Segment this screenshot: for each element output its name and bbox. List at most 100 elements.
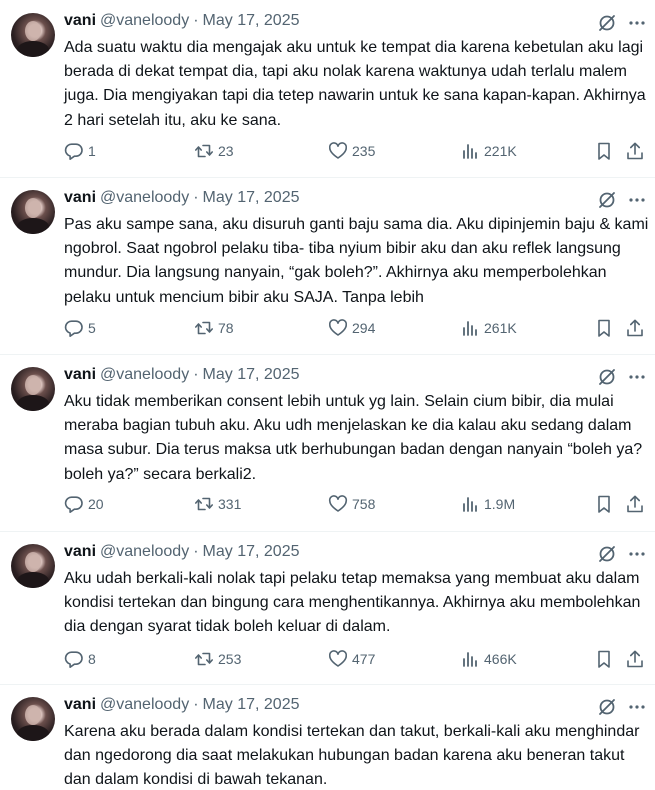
- reply-count: 1: [88, 143, 96, 159]
- tweet-thread: vani @vaneloody · May 17, 2025 Ada suatu…: [0, 0, 655, 790]
- views-button[interactable]: 261K: [460, 316, 517, 340]
- tweet[interactable]: vani @vaneloody · May 17, 2025 Aku tidak…: [0, 354, 655, 531]
- tweet[interactable]: vani @vaneloody · May 17, 2025 Pas aku s…: [0, 177, 655, 354]
- tweet-text: Karena aku berada dalam kondisi tertekan…: [64, 723, 644, 789]
- avatar[interactable]: [11, 13, 55, 57]
- timestamp[interactable]: May 17, 2025: [203, 543, 300, 561]
- repost-button[interactable]: 331: [194, 492, 241, 516]
- repost-count: 253: [218, 651, 242, 667]
- user-handle[interactable]: @vaneloody: [100, 366, 189, 384]
- timestamp[interactable]: May 17, 2025: [203, 189, 300, 207]
- avatar[interactable]: [11, 544, 55, 588]
- timestamp[interactable]: May 17, 2025: [203, 366, 300, 384]
- avatar[interactable]: [11, 697, 55, 741]
- separator: ·: [193, 696, 199, 713]
- display-name[interactable]: vani: [64, 12, 96, 30]
- tweet-text: Aku tidak memberikan consent lebih untuk…: [64, 393, 647, 483]
- bookmark-icon: [598, 495, 610, 513]
- display-name[interactable]: vani: [64, 366, 96, 384]
- tweet[interactable]: vani @vaneloody · May 17, 2025 Aku udah …: [0, 531, 655, 684]
- separator: ·: [193, 366, 199, 383]
- grok-icon[interactable]: [597, 544, 617, 564]
- repost-button[interactable]: 253: [194, 647, 241, 671]
- display-name[interactable]: vani: [64, 189, 96, 207]
- reply-button[interactable]: 5: [64, 316, 96, 340]
- grok-icon[interactable]: [597, 367, 617, 387]
- user-handle[interactable]: @vaneloody: [100, 189, 189, 207]
- more-icon[interactable]: [627, 367, 647, 387]
- tweet-header: vani @vaneloody · May 17, 2025: [64, 11, 299, 31]
- bookmark-button[interactable]: [594, 139, 614, 163]
- repost-icon: [195, 321, 213, 335]
- share-button[interactable]: [625, 492, 645, 516]
- more-icon[interactable]: [627, 697, 647, 717]
- like-count: 477: [352, 651, 376, 667]
- more-icon[interactable]: [627, 544, 647, 564]
- views-icon: [463, 652, 477, 667]
- reply-icon: [64, 320, 83, 337]
- user-handle[interactable]: @vaneloody: [100, 543, 189, 561]
- like-count: 235: [352, 143, 376, 159]
- bookmark-button[interactable]: [594, 316, 614, 340]
- like-icon: [328, 319, 348, 336]
- views-button[interactable]: 1.9M: [460, 492, 515, 516]
- more-icon[interactable]: [627, 190, 647, 210]
- reply-icon: [64, 651, 83, 668]
- repost-count: 331: [218, 496, 242, 512]
- repost-count: 23: [218, 143, 234, 159]
- bookmark-icon: [598, 319, 610, 337]
- reply-icon: [64, 496, 83, 513]
- views-button[interactable]: 466K: [460, 647, 517, 671]
- repost-button[interactable]: 23: [194, 139, 234, 163]
- views-icon: [463, 144, 477, 159]
- tweet-header: vani @vaneloody · May 17, 2025: [64, 542, 299, 562]
- share-button[interactable]: [625, 139, 645, 163]
- bookmark-button[interactable]: [594, 492, 614, 516]
- repost-button[interactable]: 78: [194, 316, 234, 340]
- share-icon: [627, 495, 643, 513]
- views-icon: [463, 321, 477, 336]
- grok-icon[interactable]: [597, 697, 617, 717]
- like-button[interactable]: 294: [328, 316, 375, 340]
- timestamp[interactable]: May 17, 2025: [203, 696, 300, 714]
- tweet[interactable]: vani @vaneloody · May 17, 2025 Ada suatu…: [0, 0, 655, 177]
- like-icon: [328, 650, 348, 667]
- share-icon: [627, 142, 643, 160]
- share-icon: [627, 650, 643, 668]
- action-bar: 1 23 235 221K: [64, 139, 649, 163]
- views-button[interactable]: 221K: [460, 139, 517, 163]
- reply-button[interactable]: 8: [64, 647, 96, 671]
- grok-icon[interactable]: [597, 190, 617, 210]
- like-icon: [328, 142, 348, 159]
- like-icon: [328, 495, 348, 512]
- more-icon[interactable]: [627, 13, 647, 33]
- tweet[interactable]: vani @vaneloody · May 17, 2025 Karena ak…: [0, 684, 655, 790]
- bookmark-button[interactable]: [594, 647, 614, 671]
- avatar[interactable]: [11, 190, 55, 234]
- like-button[interactable]: 477: [328, 647, 375, 671]
- repost-icon: [195, 144, 213, 158]
- user-handle[interactable]: @vaneloody: [100, 12, 189, 30]
- tweet-header: vani @vaneloody · May 17, 2025: [64, 365, 299, 385]
- like-button[interactable]: 235: [328, 139, 375, 163]
- reply-button[interactable]: 1: [64, 139, 96, 163]
- display-name[interactable]: vani: [64, 696, 96, 714]
- like-count: 294: [352, 320, 376, 336]
- action-bar: 5 78 294 261K: [64, 316, 649, 340]
- views-icon: [463, 497, 477, 512]
- bookmark-icon: [598, 650, 610, 668]
- share-button[interactable]: [625, 316, 645, 340]
- repost-icon: [195, 497, 213, 511]
- timestamp[interactable]: May 17, 2025: [203, 12, 300, 30]
- display-name[interactable]: vani: [64, 543, 96, 561]
- tweet-text: Pas aku sampe sana, aku disuruh ganti ba…: [64, 216, 653, 306]
- reply-button[interactable]: 20: [64, 492, 104, 516]
- share-button[interactable]: [625, 647, 645, 671]
- reply-count: 20: [88, 496, 104, 512]
- user-handle[interactable]: @vaneloody: [100, 696, 189, 714]
- tweet-header: vani @vaneloody · May 17, 2025: [64, 188, 299, 208]
- avatar[interactable]: [11, 367, 55, 411]
- like-button[interactable]: 758: [328, 492, 375, 516]
- view-count: 221K: [484, 143, 517, 159]
- grok-icon[interactable]: [597, 13, 617, 33]
